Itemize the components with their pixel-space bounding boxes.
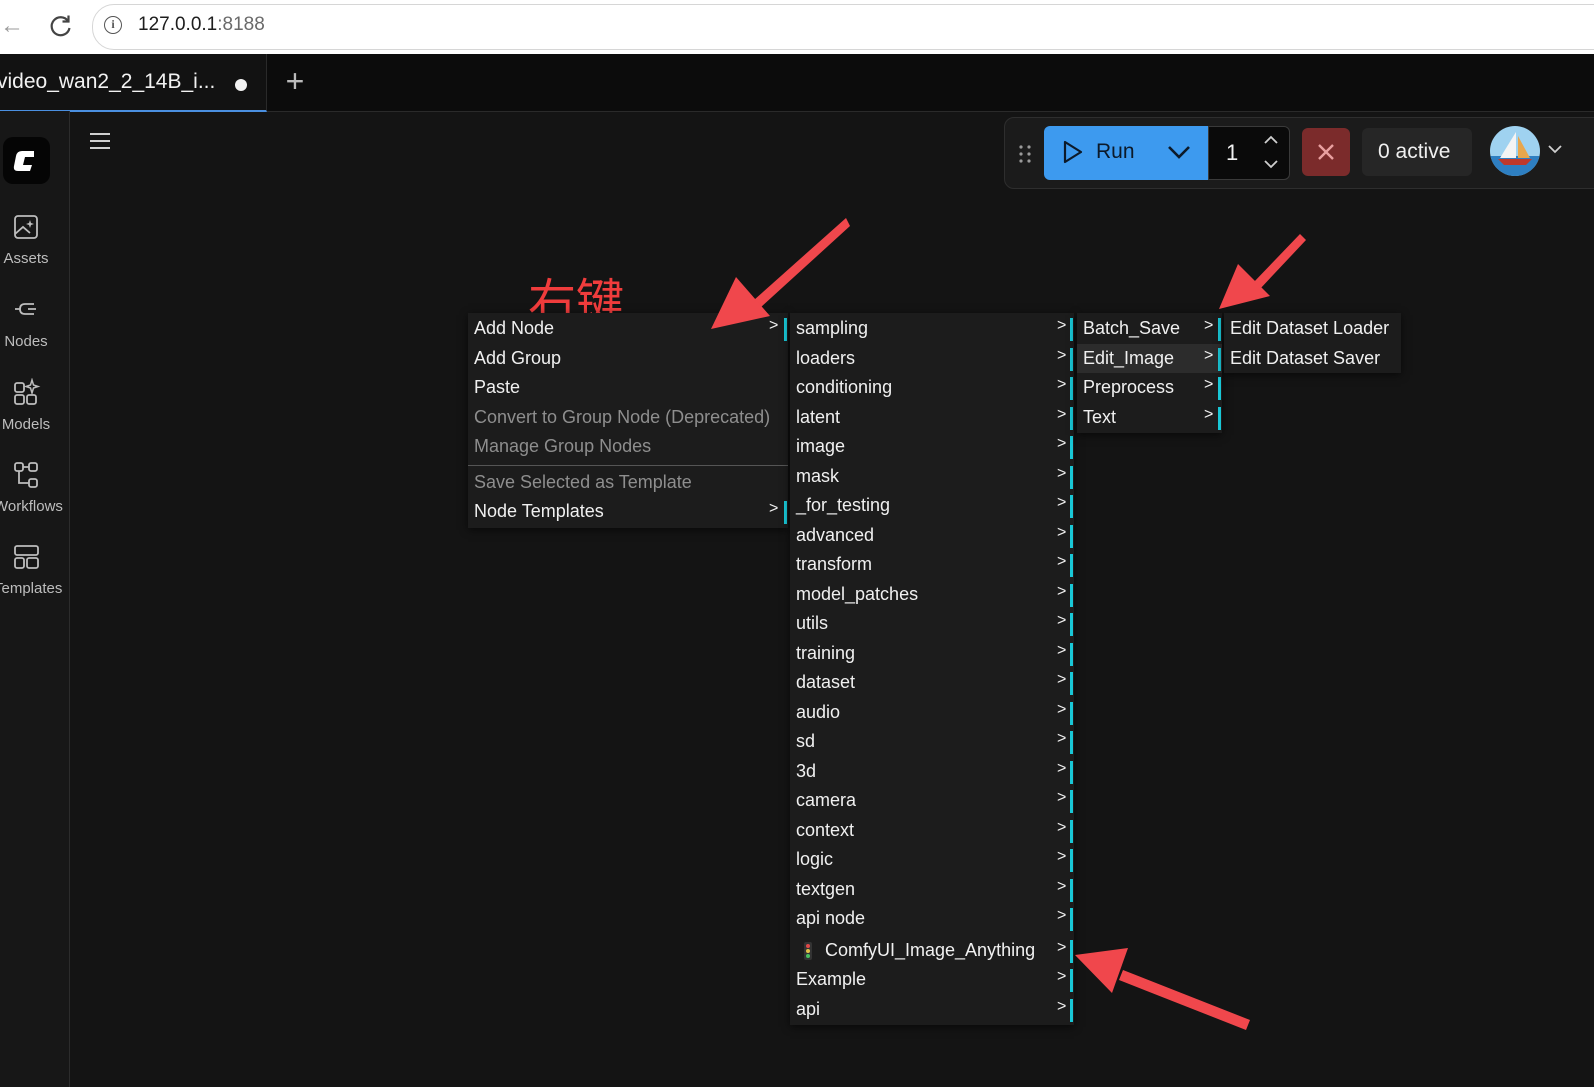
- menu-separator: [468, 465, 788, 466]
- browser-address-bar: ← i 127.0.0.1:8188: [0, 0, 1594, 54]
- sidebar-item-label: Models: [1, 416, 51, 433]
- menu-item-convert-group-node: Convert to Group Node (Deprecated): [474, 407, 771, 427]
- category-item-audio[interactable]: audio >: [790, 698, 1074, 727]
- site-info-icon[interactable]: i: [104, 16, 122, 34]
- submenu-item-edit-dataset-loader[interactable]: Edit Dataset Loader: [1224, 314, 1401, 343]
- category-item-image[interactable]: image >: [790, 432, 1074, 461]
- close-icon: [1318, 144, 1334, 160]
- cancel-run-button[interactable]: [1302, 128, 1350, 176]
- category-item-comfyui-image-anything[interactable]: ComfyUI_Image_Anything >: [790, 936, 1074, 965]
- sidebar-item-label: Templates: [0, 580, 63, 597]
- menu-item-manage-group-nodes: Manage Group Nodes: [474, 436, 652, 456]
- chevron-down-icon[interactable]: [1263, 158, 1279, 170]
- drag-handle-icon[interactable]: [1017, 143, 1033, 165]
- category-item-example[interactable]: Example >: [790, 965, 1074, 994]
- submenu-item-text[interactable]: Text >: [1077, 403, 1222, 432]
- workflow-tab[interactable]: video_wan2_2_14B_i...: [0, 54, 267, 112]
- sidebar-item-assets[interactable]: Assets: [0, 212, 69, 282]
- category-item-mask[interactable]: mask >: [790, 462, 1074, 491]
- category-item-api-node[interactable]: api node >: [790, 904, 1074, 933]
- sidebar-item-label: Nodes: [4, 333, 48, 350]
- edit-image-submenu: Edit Dataset Loader Edit Dataset Saver: [1224, 313, 1401, 373]
- comfy-logo-icon[interactable]: [3, 137, 50, 184]
- image-anything-submenu: Batch_Save > Edit_Image > Preprocess > Text >: [1077, 313, 1222, 433]
- menu-item-node-templates[interactable]: Node Templates >: [468, 497, 788, 526]
- category-item-logic[interactable]: logic >: [790, 845, 1074, 874]
- back-arrow-icon[interactable]: ←: [0, 14, 26, 40]
- add-node-category-menu: sampling > loaders > conditioning > latent > ima…: [790, 313, 1074, 1025]
- run-button-label: Run: [1096, 140, 1135, 163]
- category-item-latent[interactable]: latent >: [790, 403, 1074, 432]
- category-item-utils[interactable]: utils >: [790, 609, 1074, 638]
- url-text[interactable]: 127.0.0.1:8188: [138, 14, 265, 36]
- menu-item-save-template: Save Selected as Template: [474, 472, 692, 492]
- category-item-advanced[interactable]: advanced >: [790, 521, 1074, 550]
- submenu-item-edit-dataset-saver[interactable]: Edit Dataset Saver: [1224, 344, 1401, 373]
- category-item-sampling[interactable]: sampling >: [790, 314, 1074, 343]
- sidebar-item-templates[interactable]: Templates: [0, 542, 69, 612]
- category-item-transform[interactable]: transform >: [790, 550, 1074, 579]
- sidebar-item-models[interactable]: Models: [0, 378, 69, 448]
- category-item-textgen[interactable]: textgen >: [790, 875, 1074, 904]
- category-item-training[interactable]: training >: [790, 639, 1074, 668]
- menu-item-add-node[interactable]: Add Node >: [468, 314, 788, 343]
- traffic-light-icon: [804, 941, 812, 960]
- sidebar-item-label: Assets: [3, 250, 49, 267]
- canvas-context-menu: Add Node > Add Group Paste Convert to Gr…: [468, 313, 788, 528]
- batch-count-value: 1: [1226, 140, 1239, 165]
- hamburger-menu-icon[interactable]: [88, 131, 112, 151]
- chevron-down-icon[interactable]: [1547, 143, 1563, 155]
- category-item-3d[interactable]: 3d >: [790, 757, 1074, 786]
- submenu-item-batch-save[interactable]: Batch_Save >: [1077, 314, 1222, 343]
- submenu-item-preprocess[interactable]: Preprocess >: [1077, 373, 1222, 402]
- category-item-context[interactable]: context >: [790, 816, 1074, 845]
- workflow-tab-title: video_wan2_2_14B_i...: [0, 70, 216, 93]
- url-field[interactable]: [92, 4, 1594, 50]
- category-item-api[interactable]: api >: [790, 995, 1074, 1024]
- reload-icon[interactable]: [48, 13, 74, 39]
- image-sparkle-icon: [14, 215, 38, 239]
- workflow-tab-bar: video_wan2_2_14B_i... +: [0, 54, 1594, 112]
- category-item-camera[interactable]: camera >: [790, 786, 1074, 815]
- menu-item-add-group[interactable]: Add Group: [468, 344, 788, 373]
- layout-icon: [14, 545, 39, 569]
- annotation-arrow-image-anything: [1075, 948, 1250, 1030]
- new-tab-button[interactable]: +: [280, 65, 310, 97]
- category-item-sd[interactable]: sd >: [790, 727, 1074, 756]
- category-item-dataset[interactable]: dataset >: [790, 668, 1074, 697]
- unsaved-dot-icon: [235, 79, 247, 91]
- play-icon: [1063, 140, 1083, 164]
- queue-active-label: 0 active: [1378, 140, 1451, 163]
- grid-sparkle-icon: [14, 378, 41, 405]
- chevron-up-icon[interactable]: [1263, 134, 1279, 146]
- sidebar-item-nodes[interactable]: Nodes: [0, 295, 69, 365]
- category-item-for-testing[interactable]: _for_testing >: [790, 491, 1074, 520]
- annotation-arrow-edit-image: [1219, 234, 1306, 309]
- menu-item-paste[interactable]: Paste: [468, 373, 788, 402]
- category-item-loaders[interactable]: loaders >: [790, 344, 1074, 373]
- left-sidebar: Assets Nodes Models Workflows Templates: [0, 111, 70, 1087]
- plug-icon: [15, 303, 36, 315]
- sidebar-item-label: Workflows: [0, 498, 63, 515]
- user-avatar[interactable]: [1490, 126, 1540, 176]
- category-item-conditioning[interactable]: conditioning >: [790, 373, 1074, 402]
- chevron-down-icon[interactable]: [1166, 143, 1192, 161]
- category-item-model-patches[interactable]: model_patches >: [790, 580, 1074, 609]
- flow-icon: [14, 462, 38, 488]
- submenu-item-edit-image[interactable]: Edit_Image >: [1077, 343, 1222, 373]
- sidebar-item-workflows[interactable]: Workflows: [0, 460, 69, 530]
